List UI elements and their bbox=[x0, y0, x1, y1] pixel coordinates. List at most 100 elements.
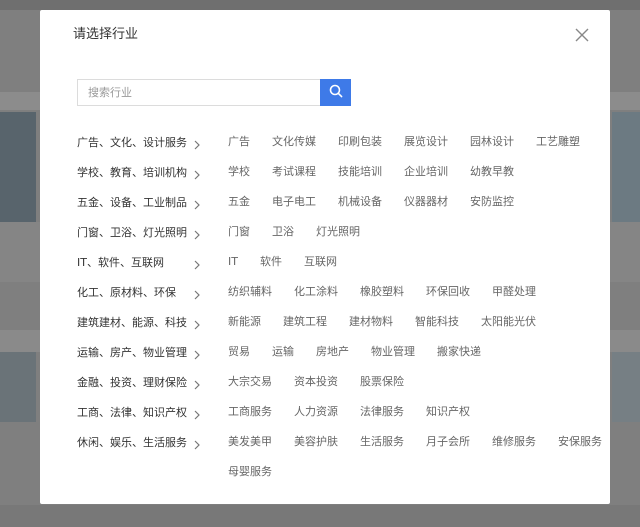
category-label: 学校、教育、培训机构 bbox=[77, 166, 187, 179]
subcategory-item[interactable]: 五金 bbox=[228, 190, 250, 214]
subcategory-item[interactable]: 卫浴 bbox=[272, 220, 294, 244]
subcategory-row: 美发美甲 美容护肤 生活服务 月子会所 维修服务 安保服务 bbox=[228, 430, 624, 454]
subcategory-item[interactable]: 学校 bbox=[228, 160, 250, 184]
subcategory-item[interactable]: 房地产 bbox=[316, 340, 349, 364]
subcategory-item[interactable]: 大宗交易 bbox=[228, 370, 272, 394]
category-label: 建筑建材、能源、科技 bbox=[77, 316, 187, 329]
subcategory-row: 母婴服务 bbox=[228, 460, 294, 484]
subcategory-item[interactable]: 运输 bbox=[272, 340, 294, 364]
search-input[interactable] bbox=[77, 79, 320, 106]
subcategory-item[interactable]: 电子电工 bbox=[272, 190, 316, 214]
chevron-right-icon bbox=[193, 196, 201, 210]
subcategory-item[interactable]: 贸易 bbox=[228, 340, 250, 364]
subcategory-row: 学校 考试课程 技能培训 企业培训 幼教早教 bbox=[228, 160, 536, 184]
subcategory-item[interactable]: 股票保险 bbox=[360, 370, 404, 394]
subcategory-item[interactable]: 太阳能光伏 bbox=[481, 310, 536, 334]
subcategory-item[interactable]: 橡胶塑料 bbox=[360, 280, 404, 304]
chevron-right-icon bbox=[193, 376, 201, 390]
subcategory-item[interactable]: 生活服务 bbox=[360, 430, 404, 454]
category-label: 休闲、娱乐、生活服务 bbox=[77, 436, 187, 449]
category-item[interactable]: 休闲、娱乐、生活服务 bbox=[77, 430, 207, 454]
subcategory-item[interactable]: 建材物料 bbox=[349, 310, 393, 334]
subcategory-item[interactable]: 考试课程 bbox=[272, 160, 316, 184]
subcategory-item[interactable]: 母婴服务 bbox=[228, 460, 272, 484]
close-icon[interactable] bbox=[573, 26, 591, 44]
chevron-right-icon bbox=[193, 256, 201, 270]
category-item[interactable]: 广告、文化、设计服务 bbox=[77, 130, 207, 154]
category-item[interactable]: 化工、原材料、环保 bbox=[77, 280, 207, 304]
chevron-right-icon bbox=[193, 286, 201, 300]
category-label: 五金、设备、工业制品 bbox=[77, 196, 187, 209]
subcategory-row: 贸易 运输 房地产 物业管理 搬家快递 bbox=[228, 340, 503, 364]
subcategory-item[interactable]: 建筑工程 bbox=[283, 310, 327, 334]
subcategory-item[interactable]: 互联网 bbox=[304, 250, 337, 274]
chevron-right-icon bbox=[193, 406, 201, 420]
subcategory-item[interactable]: 维修服务 bbox=[492, 430, 536, 454]
subcategory-item[interactable]: 仪器器材 bbox=[404, 190, 448, 214]
subcategory-item[interactable]: 软件 bbox=[260, 250, 282, 274]
category-item[interactable]: IT、软件、互联网 bbox=[77, 250, 207, 274]
subcategory-row: 纺织辅料 化工涂料 橡胶塑料 环保回收 甲醛处理 bbox=[228, 280, 558, 304]
dialog-title: 请选择行业 bbox=[73, 27, 139, 42]
subcategory-item[interactable]: 人力资源 bbox=[294, 400, 338, 424]
subcategory-item[interactable]: 技能培训 bbox=[338, 160, 382, 184]
category-item[interactable]: 建筑建材、能源、科技 bbox=[77, 310, 207, 334]
chevron-right-icon bbox=[193, 346, 201, 360]
chevron-right-icon bbox=[193, 166, 201, 180]
search-icon bbox=[329, 84, 343, 101]
subcategory-item[interactable]: 机械设备 bbox=[338, 190, 382, 214]
industry-select-dialog: 请选择行业 广告、文化、设计服务学校、教育、培训机构五金、设备、工业制品门窗、卫… bbox=[40, 10, 610, 504]
subcategory-row: 门窗 卫浴 灯光照明 bbox=[228, 220, 382, 244]
subcategory-item[interactable]: IT bbox=[228, 250, 238, 274]
subcategory-item[interactable]: 安防监控 bbox=[470, 190, 514, 214]
search-bar bbox=[77, 79, 352, 106]
chevron-right-icon bbox=[193, 226, 201, 240]
category-item[interactable]: 运输、房产、物业管理 bbox=[77, 340, 207, 364]
subcategory-item[interactable]: 新能源 bbox=[228, 310, 261, 334]
subcategory-item[interactable]: 幼教早教 bbox=[470, 160, 514, 184]
subcategory-row: IT 软件 互联网 bbox=[228, 250, 359, 274]
chevron-right-icon bbox=[193, 316, 201, 330]
category-label: IT、软件、互联网 bbox=[77, 256, 164, 269]
category-item[interactable]: 工商、法律、知识产权 bbox=[77, 400, 207, 424]
subcategory-item[interactable]: 企业培训 bbox=[404, 160, 448, 184]
category-label: 金融、投资、理财保险 bbox=[77, 376, 187, 389]
category-label: 门窗、卫浴、灯光照明 bbox=[77, 226, 187, 239]
subcategory-item[interactable]: 美容护肤 bbox=[294, 430, 338, 454]
subcategory-item[interactable]: 广告 bbox=[228, 130, 250, 154]
subcategory-item[interactable]: 法律服务 bbox=[360, 400, 404, 424]
subcategory-item[interactable]: 安保服务 bbox=[558, 430, 602, 454]
subcategory-item[interactable]: 工艺雕塑 bbox=[536, 130, 580, 154]
subcategory-row: 工商服务 人力资源 法律服务 知识产权 bbox=[228, 400, 492, 424]
chevron-right-icon bbox=[193, 136, 201, 150]
category-item[interactable]: 五金、设备、工业制品 bbox=[77, 190, 207, 214]
subcategory-item[interactable]: 园林设计 bbox=[470, 130, 514, 154]
subcategory-item[interactable]: 月子会所 bbox=[426, 430, 470, 454]
subcategory-item[interactable]: 环保回收 bbox=[426, 280, 470, 304]
subcategory-item[interactable]: 门窗 bbox=[228, 220, 250, 244]
subcategory-item[interactable]: 印刷包装 bbox=[338, 130, 382, 154]
category-item[interactable]: 学校、教育、培训机构 bbox=[77, 160, 207, 184]
subcategory-item[interactable]: 搬家快递 bbox=[437, 340, 481, 364]
subcategory-item[interactable]: 工商服务 bbox=[228, 400, 272, 424]
subcategory-item[interactable]: 灯光照明 bbox=[316, 220, 360, 244]
subcategory-item[interactable]: 文化传媒 bbox=[272, 130, 316, 154]
search-button[interactable] bbox=[320, 79, 351, 106]
subcategory-item[interactable]: 智能科技 bbox=[415, 310, 459, 334]
subcategory-item[interactable]: 物业管理 bbox=[371, 340, 415, 364]
category-item[interactable]: 金融、投资、理财保险 bbox=[77, 370, 207, 394]
category-label: 运输、房产、物业管理 bbox=[77, 346, 187, 359]
subcategory-row: 新能源 建筑工程 建材物料 智能科技 太阳能光伏 bbox=[228, 310, 558, 334]
category-label: 广告、文化、设计服务 bbox=[77, 136, 187, 149]
category-item[interactable]: 门窗、卫浴、灯光照明 bbox=[77, 220, 207, 244]
category-label: 工商、法律、知识产权 bbox=[77, 406, 187, 419]
subcategory-row: 大宗交易 资本投资 股票保险 bbox=[228, 370, 426, 394]
subcategory-item[interactable]: 甲醛处理 bbox=[492, 280, 536, 304]
subcategory-item[interactable]: 资本投资 bbox=[294, 370, 338, 394]
subcategory-item[interactable]: 化工涂料 bbox=[294, 280, 338, 304]
subcategory-item[interactable]: 纺织辅料 bbox=[228, 280, 272, 304]
category-label: 化工、原材料、环保 bbox=[77, 286, 176, 299]
subcategory-item[interactable]: 知识产权 bbox=[426, 400, 470, 424]
subcategory-item[interactable]: 展览设计 bbox=[404, 130, 448, 154]
subcategory-item[interactable]: 美发美甲 bbox=[228, 430, 272, 454]
